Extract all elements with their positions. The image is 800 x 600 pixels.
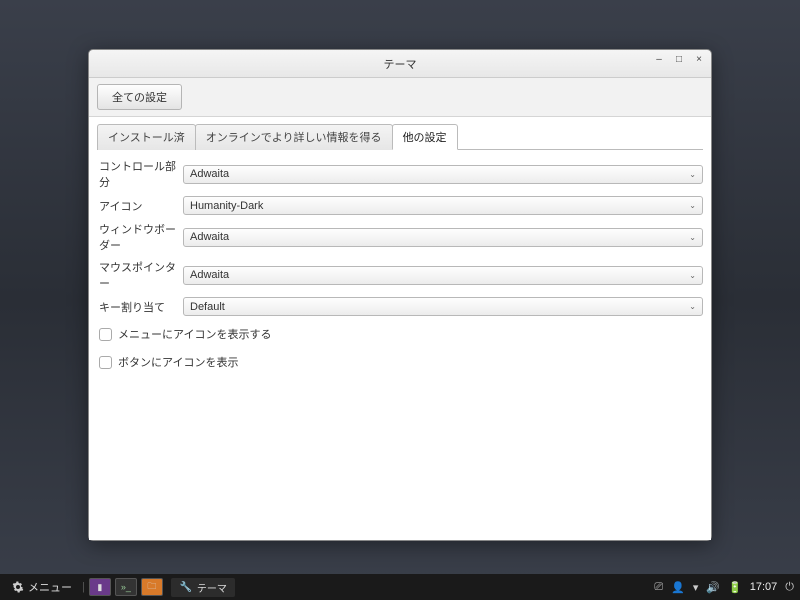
border-label: ウィンドウボーダー — [97, 221, 183, 253]
wrench-icon: 🔧 — [179, 580, 193, 594]
tab-online[interactable]: オンラインでより詳しい情報を得る — [195, 124, 393, 150]
chevron-down-icon: ⌄ — [689, 233, 696, 242]
all-settings-button[interactable]: 全ての設定 — [97, 84, 182, 110]
task-theme-label: テーマ — [197, 580, 227, 595]
start-menu-button[interactable]: メニュー — [6, 577, 78, 597]
controls-label: コントロール部分 — [97, 158, 183, 190]
icons-row: アイコン Humanity-Dark ⌄ — [97, 194, 703, 217]
keybind-value: Default — [190, 301, 225, 313]
pointer-value: Adwaita — [190, 269, 229, 281]
keybind-dropdown[interactable]: Default ⌄ — [183, 297, 703, 316]
button-icons-label: ボタンにアイコンを表示 — [118, 354, 238, 370]
files-launcher-icon[interactable]: 🗀 — [141, 578, 163, 596]
menu-icons-row: メニューにアイコンを表示する — [97, 320, 703, 348]
separator: | — [82, 581, 85, 593]
pointer-row: マウスポインター Adwaita ⌄ — [97, 257, 703, 293]
content-area: インストール済 オンラインでより詳しい情報を得る 他の設定 コントロール部分 A… — [89, 117, 711, 540]
maximize-button[interactable]: □ — [673, 54, 685, 65]
chevron-down-icon: ⌄ — [689, 170, 696, 179]
controls-value: Adwaita — [190, 168, 229, 180]
terminal2-launcher-icon[interactable]: »_ — [115, 578, 137, 596]
settings-window: テーマ – □ × 全ての設定 インストール済 オンラインでより詳しい情報を得る… — [88, 49, 712, 541]
toolbar: 全ての設定 — [89, 78, 711, 117]
clock[interactable]: 17:07 — [750, 581, 778, 593]
menu-icons-checkbox[interactable] — [99, 328, 112, 341]
controls-row: コントロール部分 Adwaita ⌄ — [97, 156, 703, 192]
gear-icon — [12, 581, 24, 593]
user-icon[interactable]: 👤 — [671, 581, 685, 594]
icons-value: Humanity-Dark — [190, 200, 263, 212]
settings-grid: コントロール部分 Adwaita ⌄ アイコン Humanity-Dark ⌄ … — [97, 150, 703, 382]
window-controls: – □ × — [653, 54, 705, 65]
chevron-down-icon: ⌄ — [689, 302, 696, 311]
window-title: テーマ — [384, 56, 417, 72]
titlebar[interactable]: テーマ – □ × — [89, 50, 711, 78]
tabs: インストール済 オンラインでより詳しい情報を得る 他の設定 — [97, 123, 703, 150]
taskbar: メニュー | ▮ »_ 🗀 🔧 テーマ ⎚ 👤 ▾ 🔊 🔋 17:07 ⏻ — [0, 574, 800, 600]
pointer-dropdown[interactable]: Adwaita ⌄ — [183, 266, 703, 285]
battery-icon[interactable]: 🔋 — [728, 581, 742, 594]
icons-dropdown[interactable]: Humanity-Dark ⌄ — [183, 196, 703, 215]
border-value: Adwaita — [190, 231, 229, 243]
pointer-label: マウスポインター — [97, 259, 183, 291]
workspace-icon[interactable]: ⎚ — [654, 581, 663, 594]
chevron-down-icon: ⌄ — [689, 201, 696, 210]
button-icons-checkbox[interactable] — [99, 356, 112, 369]
task-theme[interactable]: 🔧 テーマ — [171, 578, 235, 597]
close-button[interactable]: × — [693, 54, 705, 65]
network-icon[interactable]: ▾ — [693, 581, 699, 594]
button-icons-row: ボタンにアイコンを表示 — [97, 348, 703, 376]
taskbar-left: メニュー | ▮ »_ 🗀 🔧 テーマ — [6, 577, 235, 597]
tab-installed[interactable]: インストール済 — [97, 124, 196, 150]
keybind-label: キー割り当て — [97, 299, 183, 315]
border-dropdown[interactable]: Adwaita ⌄ — [183, 228, 703, 247]
taskbar-right: ⎚ 👤 ▾ 🔊 🔋 17:07 ⏻ — [654, 581, 794, 594]
tab-other-settings[interactable]: 他の設定 — [392, 124, 458, 150]
minimize-button[interactable]: – — [653, 54, 665, 65]
menu-icons-label: メニューにアイコンを表示する — [118, 326, 271, 342]
session-icon[interactable]: ⏻ — [785, 581, 794, 594]
terminal-launcher-icon[interactable]: ▮ — [89, 578, 111, 596]
chevron-down-icon: ⌄ — [689, 271, 696, 280]
keybind-row: キー割り当て Default ⌄ — [97, 295, 703, 318]
border-row: ウィンドウボーダー Adwaita ⌄ — [97, 219, 703, 255]
menu-label: メニュー — [28, 579, 72, 595]
volume-icon[interactable]: 🔊 — [706, 581, 720, 594]
icons-label: アイコン — [97, 198, 183, 214]
controls-dropdown[interactable]: Adwaita ⌄ — [183, 165, 703, 184]
